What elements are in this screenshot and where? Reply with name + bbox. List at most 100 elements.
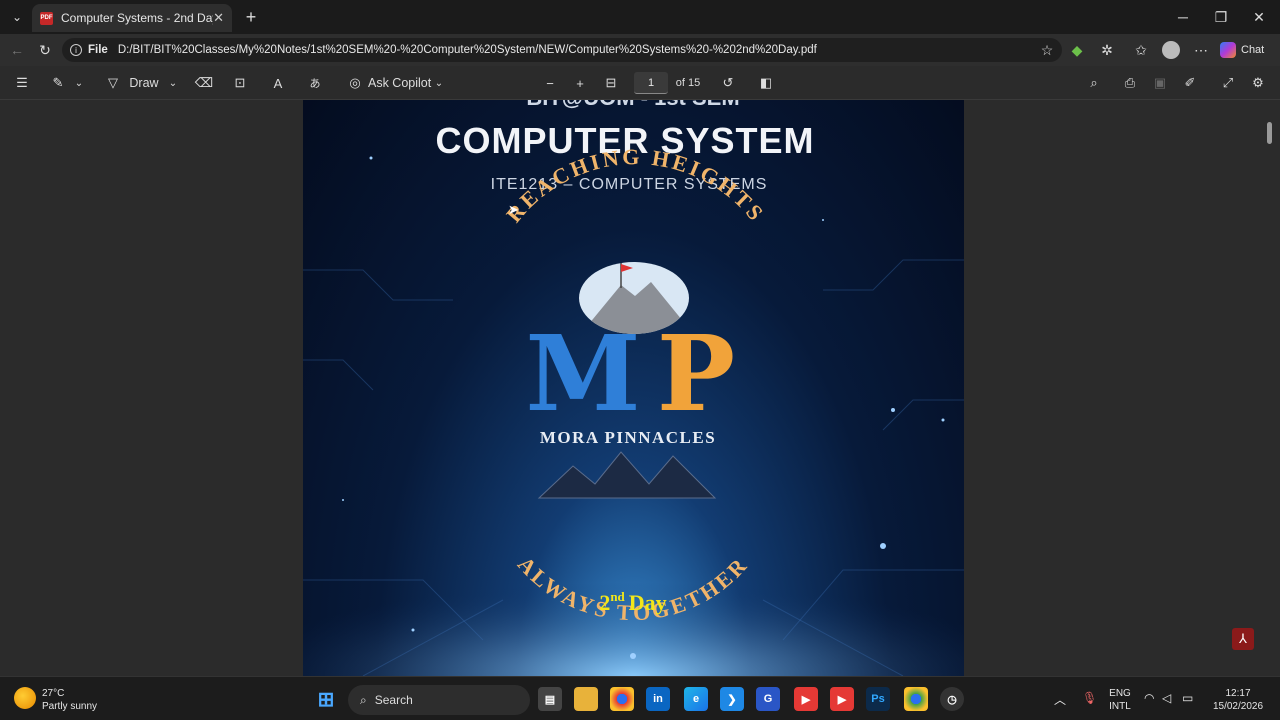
photoshop-icon[interactable]: Ps (866, 687, 890, 711)
search-icon[interactable]: ⌕ (1084, 73, 1104, 93)
refresh-icon[interactable]: ↻ (34, 39, 56, 61)
volume-icon[interactable]: ◁ (1162, 691, 1171, 705)
info-icon[interactable]: i (70, 44, 82, 56)
outlook-icon[interactable]: G (756, 687, 780, 711)
vertical-scrollbar[interactable] (1266, 104, 1274, 674)
save-icon[interactable]: ▣ (1150, 73, 1170, 93)
clock-time: 12:17 (1225, 688, 1251, 699)
fullscreen-icon[interactable]: ⤢ (1218, 73, 1238, 93)
chrome-icon[interactable] (610, 687, 634, 711)
language-indicator[interactable]: ENG INTL (1104, 687, 1136, 713)
clock[interactable]: 12:17 15/02/2026 (1206, 687, 1270, 713)
weather-temp: 27°C (42, 688, 65, 699)
page-number-input[interactable]: 1 (634, 72, 668, 94)
contents-list-icon[interactable]: ☰ (12, 73, 32, 93)
navigation-bar: ← ↻ i File D:/BIT/BIT%20Classes/My%20Not… (0, 34, 1280, 66)
tab-bar: ⌄ PDF Computer Systems - 2nd Day.pdf ✕ +… (0, 0, 1280, 34)
search-label: Search (374, 693, 413, 707)
draw-label[interactable]: Draw (128, 73, 160, 93)
wifi-icon[interactable]: ◠ (1144, 691, 1154, 705)
highlight-chevron-icon[interactable]: ⌄ (72, 73, 86, 93)
copilot-chat-button[interactable]: Chat (1220, 38, 1274, 62)
highlight-icon[interactable]: ✎ (48, 73, 68, 93)
pdf-toolbar: ☰ ✎ ⌄ ▽ Draw ⌄ ⌫ ⊡ A あ ◎ Ask Copilot ⌄ −… (0, 66, 1280, 100)
taskbar-search-box[interactable]: ⌕ Search (348, 685, 530, 715)
weather-sun-icon[interactable] (14, 687, 36, 709)
copilot-chevron-icon[interactable]: ⌄ (432, 73, 446, 93)
text-box-icon[interactable]: ⊡ (230, 73, 250, 93)
address-url: D:/BIT/BIT%20Classes/My%20Notes/1st%20SE… (117, 44, 817, 56)
draw-icon[interactable]: ▽ (104, 73, 122, 93)
pdf-file-icon: PDF (40, 11, 53, 25)
taskbar: 27°C Partly sunny ⊞ ⌕ Search ▤ in e ❯ G … (0, 676, 1280, 720)
copilot-icon-toolbar[interactable]: ◎ (346, 73, 364, 93)
clock-date: 15/02/2026 (1212, 701, 1264, 712)
eraser-icon[interactable]: ⌫ (194, 73, 214, 93)
new-tab-button[interactable]: + (240, 6, 262, 28)
weather-widget[interactable]: 27°C Partly sunny (42, 687, 97, 713)
scrollbar-thumb[interactable] (1267, 122, 1272, 144)
linkedin-icon[interactable]: in (646, 687, 670, 711)
file-explorer-icon[interactable] (574, 687, 598, 711)
rotate-icon[interactable]: ↺ (718, 73, 738, 93)
logo-name: MORA PINNACLES (540, 428, 716, 447)
weather-desc: Partly sunny (42, 701, 98, 712)
address-scheme: File (88, 44, 108, 56)
restore-button[interactable]: ❐ (1208, 6, 1234, 28)
pdf-page: BIT@UOM - 1st SEM COMPUTER SYSTEM ITE121… (303, 100, 964, 676)
extension-icon[interactable]: ◆ (1066, 39, 1088, 61)
tab-active[interactable]: PDF Computer Systems - 2nd Day.pdf ✕ (32, 4, 232, 32)
extensions-puzzle-icon[interactable]: ✲ (1096, 39, 1118, 61)
profile-avatar[interactable] (1160, 39, 1182, 61)
day-label: 2nd Day (599, 589, 666, 615)
vscode-icon[interactable]: ❯ (720, 687, 744, 711)
day-word: Day (629, 590, 667, 615)
lang-top: ENG (1109, 688, 1131, 699)
read-aloud-icon[interactable]: A (268, 73, 288, 93)
tray-overflow-icon[interactable]: ︿ (1054, 691, 1066, 708)
microphone-icon[interactable]: 🎙 (1082, 691, 1097, 705)
pdf-viewer[interactable]: BIT@UOM - 1st SEM COMPUTER SYSTEM ITE121… (0, 100, 1280, 676)
tab-actions-chevron-icon[interactable]: ⌄ (6, 6, 28, 28)
page-total: of 15 (675, 77, 701, 89)
lang-bottom: INTL (1109, 701, 1131, 712)
more-options-icon[interactable]: ⋯ (1190, 39, 1212, 61)
minimize-button[interactable]: ─ (1170, 6, 1196, 28)
favorite-star-icon[interactable]: ☆ (1036, 39, 1058, 61)
back-arrow-icon[interactable]: ← (6, 39, 28, 61)
tab-title: Computer Systems - 2nd Day.pdf (61, 11, 213, 25)
address-bar[interactable]: i File D:/BIT/BIT%20Classes/My%20Notes/1… (62, 38, 1062, 62)
logo-letter-p: P (657, 312, 735, 435)
ask-copilot-label[interactable]: Ask Copilot (368, 73, 432, 93)
translate-icon[interactable]: あ (304, 73, 326, 93)
page-view-icon[interactable]: ◧ (756, 73, 776, 93)
fit-page-icon[interactable]: ⊟ (600, 73, 622, 93)
day-number: 2 (599, 590, 610, 615)
task-view-icon[interactable]: ▤ (538, 687, 562, 711)
search-magnifier-icon: ⌕ (360, 692, 367, 707)
save-as-icon[interactable]: ✐ (1180, 73, 1200, 93)
page-artwork: BIT@UOM - 1st SEM COMPUTER SYSTEM ITE121… (303, 100, 964, 676)
logo-letter-m: M (525, 312, 640, 435)
copilot-icon (1220, 42, 1236, 58)
chat-label: Chat (1241, 44, 1265, 56)
zoom-out-icon[interactable]: − (540, 73, 560, 93)
draw-chevron-icon[interactable]: ⌄ (166, 73, 180, 93)
youtube-app-icon[interactable]: ▶ (830, 687, 854, 711)
zoom-in-icon[interactable]: + (570, 73, 590, 93)
print-icon[interactable]: ⎙ (1120, 73, 1140, 93)
acrobat-icon[interactable]: ⅄ (1232, 628, 1254, 650)
close-window-button[interactable]: ✕ (1246, 6, 1272, 28)
favorites-icon[interactable]: ✩ (1130, 39, 1152, 61)
edge-icon[interactable]: e (684, 687, 708, 711)
youtube-icon[interactable]: ▶ (794, 687, 818, 711)
tab-close-icon[interactable]: ✕ (213, 10, 224, 26)
windows-start-icon[interactable]: ⊞ (314, 687, 338, 711)
settings-gear-icon[interactable]: ⚙ (1248, 73, 1268, 93)
battery-icon[interactable]: ▭ (1182, 691, 1193, 705)
mountain-range-icon (537, 451, 717, 499)
chrome-profile-icon[interactable] (904, 687, 928, 711)
clock-app-icon[interactable]: ◷ (940, 687, 964, 711)
mouse-cursor-icon: ➤ (508, 202, 519, 217)
day-suffix: nd (610, 589, 625, 604)
